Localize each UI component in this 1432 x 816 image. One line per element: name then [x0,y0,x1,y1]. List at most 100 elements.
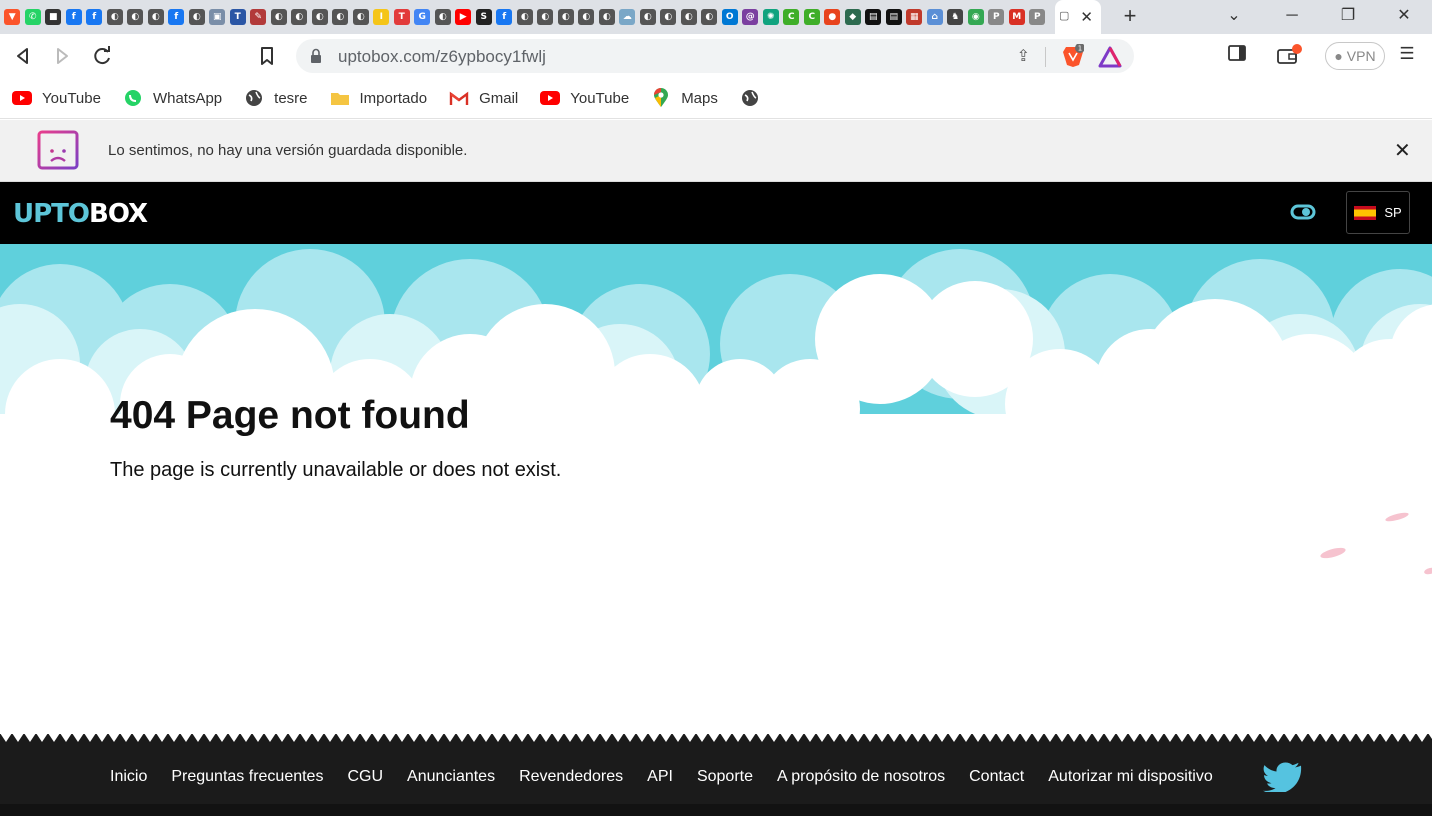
tab-40[interactable]: ● [822,0,843,34]
tab-3[interactable]: f [64,0,85,34]
tab-4[interactable]: f [84,0,105,34]
theme-toggle-icon[interactable] [1290,201,1316,223]
tab-28[interactable]: ◐ [576,0,597,34]
tab-10[interactable]: ▣ [207,0,228,34]
vpn-button[interactable]: ● VPN [1325,42,1385,70]
tab-36[interactable]: @ [740,0,761,34]
reload-icon[interactable] [88,42,116,70]
tab-39[interactable]: C [802,0,823,34]
globe-icon [244,90,264,106]
tab-18[interactable]: I [371,0,392,34]
tab-5[interactable]: ◐ [105,0,126,34]
tab-20[interactable]: G [412,0,433,34]
tab-23[interactable]: S [474,0,495,34]
new-tab-button[interactable]: + [1117,4,1143,30]
tab-48[interactable]: P [986,0,1007,34]
brave-rewards-icon[interactable] [1098,46,1122,68]
tab-11[interactable]: T [228,0,249,34]
tab-22[interactable]: ▶ [453,0,474,34]
tab-50[interactable]: P [1027,0,1048,34]
tab-8[interactable]: f [166,0,187,34]
menu-icon[interactable]: ☰ [1394,44,1420,68]
url-text[interactable]: uptobox.com/z6ypbocy1fwlj [338,47,546,67]
tab-29[interactable]: ◐ [597,0,618,34]
footer-link-contact[interactable]: Contact [969,768,1024,786]
tab-search-icon[interactable]: ⌄ [1206,0,1262,34]
bookmark-youtube-2[interactable]: YouTube [540,90,629,107]
tab-14[interactable]: ◐ [289,0,310,34]
tab-0[interactable]: ▼ [2,0,23,34]
close-infobar-icon[interactable]: ✕ [1394,138,1411,163]
bookmark-importado[interactable]: Importado [330,90,427,107]
wallet-icon[interactable] [1276,44,1302,68]
back-icon[interactable] [9,42,37,70]
address-bar[interactable]: uptobox.com/z6ypbocy1fwlj ⇪ 1 [296,39,1134,73]
minimize-icon[interactable]: ─ [1264,0,1320,34]
tab-31[interactable]: ◐ [638,0,659,34]
tab-30[interactable]: ☁ [617,0,638,34]
site-header: UPTOBOX SP [0,182,1432,244]
close-tab-icon[interactable]: ✕ [1080,8,1093,26]
twitter-icon[interactable] [1263,762,1303,792]
footer-link-anunciantes[interactable]: Anunciantes [407,768,495,786]
tab-42[interactable]: ▤ [863,0,884,34]
tab-9[interactable]: ◐ [187,0,208,34]
uptobox-logo[interactable]: UPTOBOX [13,199,148,229]
footer-link-inicio[interactable]: Inicio [110,768,147,786]
tab-41[interactable]: ◆ [843,0,864,34]
forward-icon[interactable] [48,42,76,70]
footer-link-about[interactable]: A propósito de nosotros [777,768,945,786]
tab-49[interactable]: M [1007,0,1028,34]
bookmark-maps[interactable]: Maps [651,88,718,107]
tab-19[interactable]: T [392,0,413,34]
tab-32[interactable]: ◐ [658,0,679,34]
tab-44[interactable]: ▦ [904,0,925,34]
share-icon[interactable]: ⇪ [1017,46,1030,66]
tab-26[interactable]: ◐ [535,0,556,34]
bookmark-youtube[interactable]: YouTube [12,90,101,107]
tab-47[interactable]: ◉ [966,0,987,34]
tab-46[interactable]: ♞ [945,0,966,34]
tab-12[interactable]: ✎ [248,0,269,34]
tab-17[interactable]: ◐ [351,0,372,34]
tab-7[interactable]: ◐ [146,0,167,34]
globe-icon: ◐ [598,9,615,25]
tab-27[interactable]: ◐ [556,0,577,34]
tab-38[interactable]: C [781,0,802,34]
footer-link-faq[interactable]: Preguntas frecuentes [171,768,323,786]
tab-13[interactable]: ◐ [269,0,290,34]
maximize-icon[interactable]: ❐ [1320,0,1376,34]
lock-icon[interactable] [310,48,322,64]
footer-link-authorize-device[interactable]: Autorizar mi dispositivo [1048,768,1213,786]
tab-21[interactable]: ◐ [433,0,454,34]
sidebar-icon[interactable] [1224,44,1250,68]
bookmark-icon[interactable] [253,42,281,70]
footer-link-api[interactable]: API [647,768,673,786]
tab-33[interactable]: ◐ [679,0,700,34]
tab-6[interactable]: ◐ [125,0,146,34]
brave-shields-icon[interactable]: 1 [1062,44,1084,68]
footer-link-revendedores[interactable]: Revendedores [519,768,623,786]
bookmark-globe[interactable] [740,90,770,106]
tab-37[interactable]: ✺ [761,0,782,34]
language-button[interactable]: SP [1346,191,1410,234]
tab-45[interactable]: ⌂ [925,0,946,34]
bookmark-tesre[interactable]: tesre [244,90,308,107]
bookmark-gmail[interactable]: Gmail [449,90,518,107]
tab-24[interactable]: f [494,0,515,34]
chatgpt-icon: ✺ [762,9,779,25]
tab-25[interactable]: ◐ [515,0,536,34]
tab-43[interactable]: ▤ [884,0,905,34]
tab-34[interactable]: ◐ [699,0,720,34]
footer-link-soporte[interactable]: Soporte [697,768,753,786]
tab-2[interactable]: ■ [43,0,64,34]
bookmark-whatsapp[interactable]: WhatsApp [123,90,222,107]
tab-35[interactable]: O [720,0,741,34]
active-tab[interactable]: ▢ ✕ [1055,0,1101,34]
footer-link-cgu[interactable]: CGU [347,768,383,786]
tab-15[interactable]: ◐ [310,0,331,34]
tab-1[interactable]: ✆ [23,0,44,34]
tab-16[interactable]: ◐ [330,0,351,34]
footer-nav: Inicio Preguntas frecuentes CGU Anuncian… [110,768,1213,786]
close-window-icon[interactable]: ✕ [1376,0,1432,34]
